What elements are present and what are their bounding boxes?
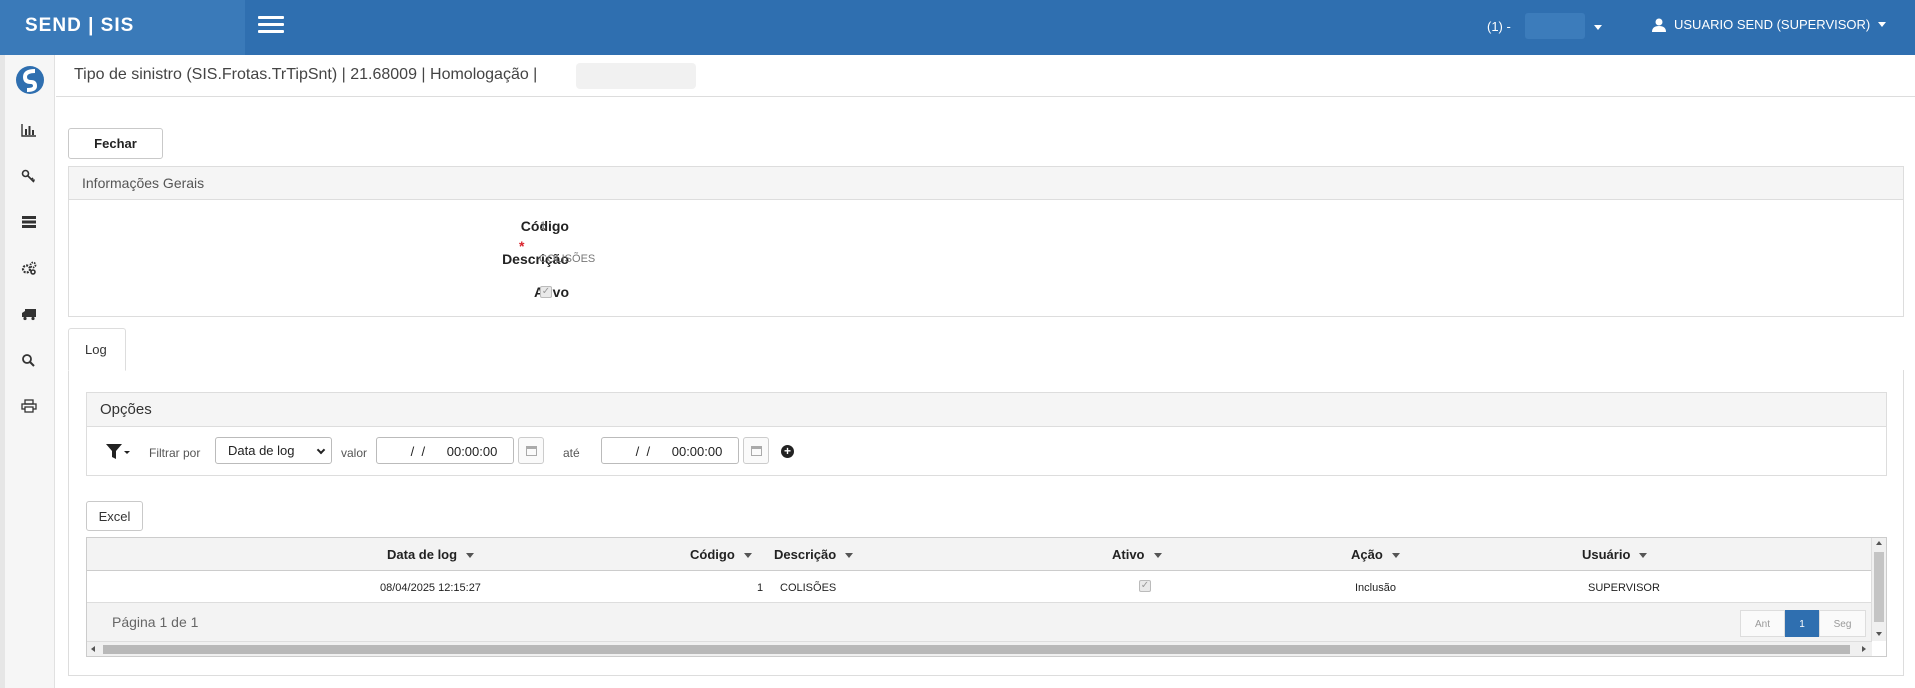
sort-icon[interactable] [1153, 553, 1162, 559]
page-header: Tipo de sinistro (SIS.Frotas.TrTipSnt) |… [56, 55, 1915, 97]
calendar-icon[interactable] [518, 437, 544, 464]
calendar-icon[interactable] [743, 437, 769, 464]
menu-toggle-icon[interactable] [258, 16, 284, 36]
cell-action: Inclusão [1355, 582, 1396, 594]
sort-icon[interactable] [1391, 553, 1400, 559]
options-panel: Opções Filtrar por Data de log valor / /… [86, 392, 1887, 476]
cell-active-checkbox: ✓ [1139, 580, 1151, 592]
scroll-thumb[interactable] [1874, 552, 1884, 622]
add-filter-icon[interactable]: + [781, 445, 794, 458]
date-to-input[interactable]: / / 00:00:00 [601, 437, 739, 464]
column-header-user[interactable]: Usuário [1582, 547, 1648, 562]
sort-icon[interactable] [743, 553, 752, 559]
context-selector-label[interactable]: (1) - [1487, 19, 1511, 34]
cell-user: SUPERVISOR [1588, 582, 1660, 594]
chevron-down-icon[interactable] [1594, 25, 1602, 30]
truck-icon[interactable] [18, 305, 40, 323]
date-from-input[interactable]: / / 00:00:00 [376, 437, 514, 464]
general-info-panel: Informações Gerais Código 1 Descrição * … [68, 166, 1904, 317]
general-info-title: Informações Gerais [69, 167, 1903, 200]
close-button[interactable]: Fechar [68, 128, 163, 159]
scroll-right-icon[interactable] [1862, 646, 1866, 652]
sidebar [0, 55, 55, 688]
pagination: Ant 1 Seg [1740, 610, 1866, 637]
filter-field-value: Data de log [228, 443, 295, 458]
brand-logo[interactable]: SEND | SIS [0, 0, 245, 55]
column-header-active[interactable]: Ativo [1112, 547, 1162, 562]
column-header-date[interactable]: Data de log [387, 547, 475, 562]
filter-by-label: Filtrar por [149, 446, 201, 460]
top-bar: SEND | SIS (1) - USUARIO SEND (SUPERVISO… [0, 0, 1915, 55]
page-1-button[interactable]: 1 [1785, 610, 1819, 637]
until-label: até [563, 446, 580, 460]
sort-icon[interactable] [466, 553, 475, 559]
chevron-down-icon [316, 445, 326, 455]
user-menu[interactable]: USUARIO SEND (SUPERVISOR) [1652, 17, 1887, 32]
chart-icon[interactable] [18, 121, 40, 139]
required-marker: * [519, 238, 525, 254]
description-value: COLISÕES [539, 253, 596, 265]
page-info: Página 1 de 1 [112, 614, 199, 630]
key-icon[interactable] [18, 167, 40, 185]
column-header-code[interactable]: Código [690, 547, 752, 562]
table-row[interactable]: 08/04/2025 12:15:27 1 COLISÕES ✓ Inclusã… [87, 571, 1872, 603]
filter-row: Filtrar por Data de log valor / / 00:00:… [87, 427, 1886, 477]
user-name: USUARIO SEND (SUPERVISOR) [1674, 17, 1871, 32]
log-grid: Data de log Código Descrição Ativo Ação … [86, 537, 1887, 657]
next-page-button[interactable]: Seg [1819, 610, 1866, 637]
app-logo-icon[interactable] [15, 65, 45, 95]
gears-icon[interactable] [18, 259, 40, 277]
options-title: Opções [87, 393, 1886, 427]
chevron-down-icon [1878, 22, 1887, 27]
excel-button[interactable]: Excel [86, 501, 143, 531]
prev-page-button[interactable]: Ant [1740, 610, 1785, 637]
code-label: Código [520, 218, 569, 234]
cell-code: 1 [757, 582, 764, 594]
scroll-down-icon[interactable] [1876, 632, 1882, 636]
horizontal-scrollbar[interactable] [87, 641, 1872, 656]
environment-name [576, 63, 696, 89]
active-checkbox: ✓ [540, 286, 552, 298]
filter-field-select[interactable]: Data de log [215, 437, 332, 464]
search-icon[interactable] [18, 351, 40, 369]
filter-icon[interactable] [105, 443, 131, 461]
vertical-scrollbar[interactable] [1871, 538, 1886, 641]
sort-icon[interactable] [1639, 553, 1648, 559]
scroll-left-icon[interactable] [91, 646, 95, 652]
scroll-up-icon[interactable] [1876, 541, 1882, 545]
column-header-action[interactable]: Ação [1351, 547, 1400, 562]
tab-log[interactable]: Log [68, 328, 126, 371]
value-label: valor [341, 446, 368, 460]
user-icon [1652, 18, 1666, 32]
scroll-thumb[interactable] [103, 645, 1850, 654]
grid-header: Data de log Código Descrição Ativo Ação … [87, 538, 1872, 571]
cell-date: 08/04/2025 12:15:27 [380, 582, 481, 594]
print-icon[interactable] [18, 397, 40, 415]
column-header-description[interactable]: Descrição [774, 547, 854, 562]
code-value: 1 [540, 220, 547, 232]
cell-description: COLISÕES [780, 582, 837, 594]
sort-icon[interactable] [845, 553, 854, 559]
page-title: Tipo de sinistro (SIS.Frotas.TrTipSnt) |… [74, 66, 538, 83]
context-selector-value[interactable] [1525, 13, 1585, 39]
grid-footer: Página 1 de 1 Ant 1 Seg [87, 603, 1872, 641]
server-icon[interactable] [18, 213, 40, 231]
